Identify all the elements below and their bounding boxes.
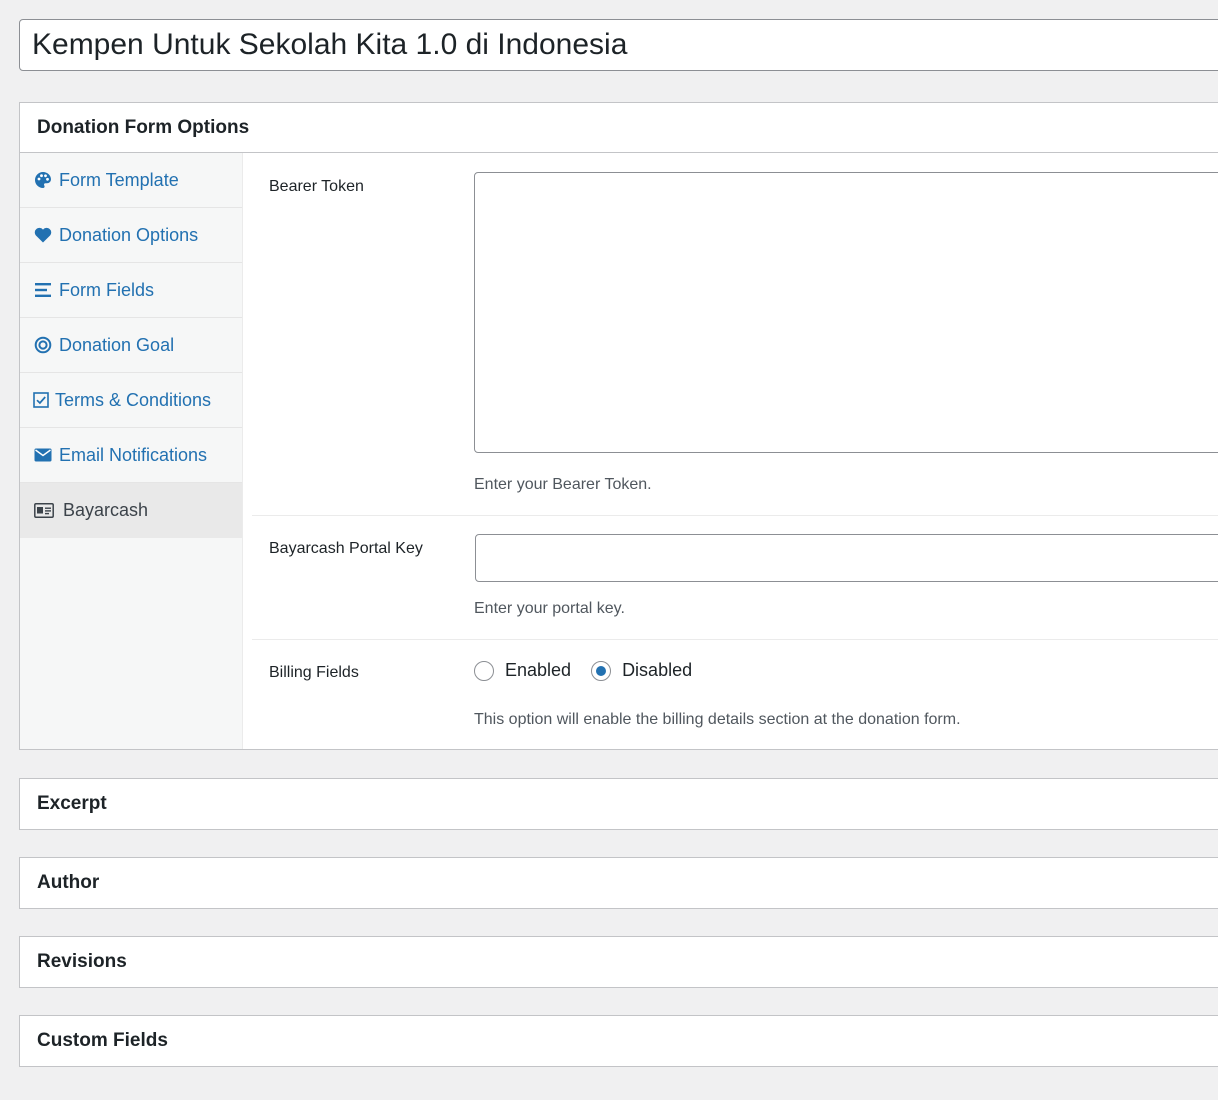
excerpt-box: Excerpt	[19, 778, 1218, 830]
options-tab-list: Form Template Donation Options Form Fiel…	[20, 153, 243, 749]
custom-fields-box: Custom Fields	[19, 1015, 1218, 1067]
id-card-icon	[33, 500, 55, 520]
billing-fields-row: Billing Fields Enabled Disabled This opt…	[252, 640, 1218, 750]
billing-enabled-radio[interactable]	[474, 660, 494, 681]
heart-icon	[33, 225, 53, 245]
author-box: Author	[19, 857, 1218, 909]
custom-fields-heading[interactable]: Custom Fields	[20, 1016, 1218, 1066]
tab-email-notifications[interactable]: Email Notifications	[20, 428, 242, 483]
palette-icon	[33, 170, 53, 190]
billing-fields-description: This option will enable the billing deta…	[474, 711, 961, 728]
revisions-heading[interactable]: Revisions	[20, 937, 1218, 987]
tab-label: Form Template	[59, 169, 179, 190]
tab-label: Form Fields	[59, 279, 155, 300]
tab-label: Bayarcash	[63, 499, 149, 520]
excerpt-heading[interactable]: Excerpt	[20, 779, 1218, 829]
billing-disabled-label[interactable]: Disabled	[622, 660, 692, 681]
bayarcash-settings: Bearer Token Enter your Bearer Token. Ba…	[252, 153, 1218, 749]
checkbox-icon	[33, 390, 49, 410]
envelope-icon	[33, 445, 53, 465]
tab-label: Donation Goal	[59, 334, 175, 355]
billing-disabled-radio[interactable]	[591, 660, 612, 681]
bearer-token-textarea[interactable]	[474, 172, 1218, 453]
tab-bayarcash[interactable]: Bayarcash	[20, 483, 242, 538]
bearer-token-row: Bearer Token Enter your Bearer Token.	[252, 153, 1218, 516]
tab-label: Donation Options	[59, 224, 199, 245]
billing-enabled-label[interactable]: Enabled	[505, 660, 571, 681]
billing-fields-label: Billing Fields	[269, 664, 359, 681]
portal-key-label: Bayarcash Portal Key	[269, 540, 423, 557]
tab-form-fields[interactable]: Form Fields	[20, 263, 242, 318]
tab-label: Terms & Conditions	[55, 389, 212, 410]
tab-label: Email Notifications	[59, 444, 208, 465]
tab-form-template[interactable]: Form Template	[20, 153, 242, 208]
target-icon	[33, 335, 53, 355]
donation-form-options-heading[interactable]: Donation Form Options	[20, 103, 1218, 153]
portal-key-input[interactable]	[475, 534, 1218, 582]
bearer-token-label: Bearer Token	[269, 178, 364, 195]
donation-form-options-panel: Donation Form Options Form Template Dona…	[19, 102, 1218, 750]
revisions-box: Revisions	[19, 936, 1218, 988]
tab-terms-conditions[interactable]: Terms & Conditions	[20, 373, 242, 428]
bearer-token-description: Enter your Bearer Token.	[474, 476, 652, 493]
billing-fields-radio-group: Enabled Disabled	[474, 660, 692, 681]
post-title-input[interactable]: Kempen Untuk Sekolah Kita 1.0 di Indones…	[19, 19, 1218, 71]
tab-donation-options[interactable]: Donation Options	[20, 208, 242, 263]
list-icon	[33, 280, 53, 300]
portal-key-description: Enter your portal key.	[474, 600, 625, 617]
tab-donation-goal[interactable]: Donation Goal	[20, 318, 242, 373]
portal-key-row: Bayarcash Portal Key Enter your portal k…	[252, 516, 1218, 640]
author-heading[interactable]: Author	[20, 858, 1218, 908]
